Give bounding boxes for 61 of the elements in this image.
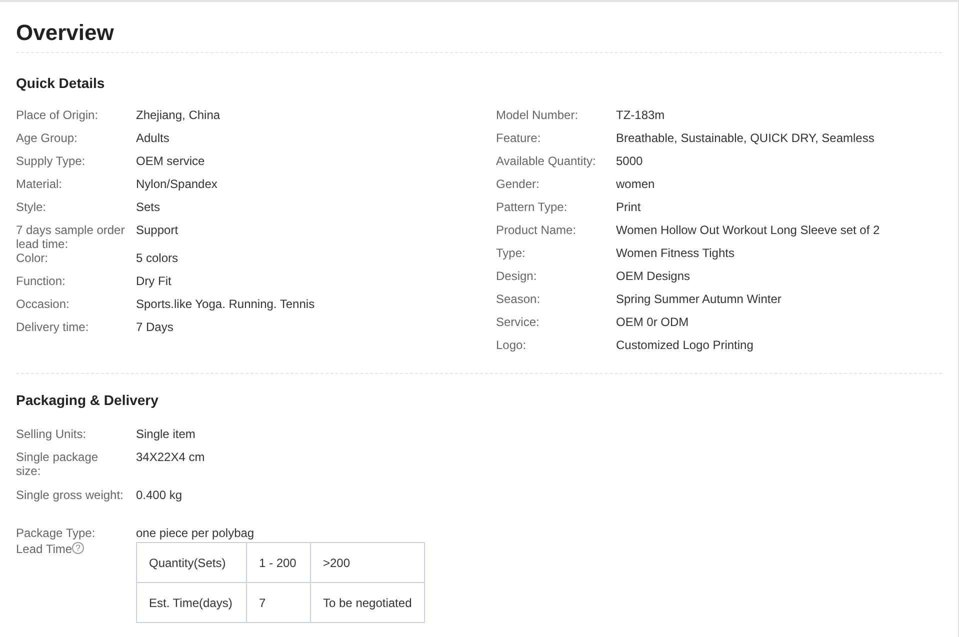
- field-value: 5 colors: [136, 251, 178, 268]
- table-cell: 1 - 200: [246, 542, 310, 583]
- field-value: Customized Logo Printing: [616, 338, 754, 354]
- table-cell: Est. Time(days): [136, 582, 246, 623]
- table-cell: >200: [310, 542, 424, 583]
- field-label: Single package size:: [16, 450, 100, 480]
- table-cell: 7: [246, 582, 310, 623]
- field-label: Single gross weight:: [16, 488, 124, 504]
- field-label: Model Number:: [496, 108, 580, 124]
- field-value: 5000: [616, 154, 643, 170]
- field-value: TZ-183m: [616, 108, 665, 124]
- field-value: Support: [136, 223, 178, 240]
- field-label: Supply Type:: [16, 154, 86, 170]
- field-value: 34X22X4 cm: [136, 450, 205, 466]
- field-value: OEM Designs: [616, 269, 690, 286]
- field-label: Lead Time: [16, 542, 72, 556]
- table-cell: To be negotiated: [310, 582, 424, 623]
- field-label: Occasion:: [16, 297, 70, 314]
- field-label: Delivery time:: [16, 320, 90, 336]
- field-value: Adults: [136, 131, 170, 148]
- section-heading: Packaging & Delivery: [16, 392, 160, 410]
- field-value: OEM service: [136, 154, 205, 170]
- field-value: Nylon/Spandex: [136, 177, 218, 194]
- field-label: Product Name:: [496, 223, 578, 240]
- field-value: one piece per polybag: [136, 526, 254, 542]
- field-label: Logo:: [496, 338, 528, 354]
- field-label: Service:: [496, 315, 540, 332]
- field-label: Selling Units:: [16, 427, 88, 444]
- field-label: Available Quantity:: [496, 154, 597, 170]
- field-value: Women Fitness Tights: [616, 246, 734, 262]
- field-label: Package Type:: [16, 526, 96, 542]
- page-title: Overview: [16, 19, 115, 47]
- field-value: Dry Fit: [136, 274, 172, 290]
- section-heading: Quick Details: [16, 75, 106, 92]
- field-value: Sets: [136, 200, 160, 216]
- field-value: Single item: [136, 427, 196, 444]
- field-label: Place of Origin:: [16, 108, 100, 124]
- field-value: 0.400 kg: [136, 488, 182, 504]
- field-value: OEM 0r ODM: [616, 315, 689, 332]
- field-value: women: [616, 177, 655, 194]
- table-cell: Quantity(Sets): [136, 542, 246, 583]
- field-label: Material:: [16, 177, 64, 194]
- field-value: Spring Summer Autumn Winter: [616, 292, 782, 308]
- field-value: Zhejiang, China: [136, 108, 220, 124]
- field-label: Gender:: [496, 177, 540, 194]
- field-label: Type:: [496, 246, 526, 262]
- field-value: Sports.like Yoga. Running. Tennis: [136, 297, 315, 314]
- field-label: Function:: [16, 274, 66, 290]
- help-icon: ?: [72, 542, 84, 554]
- field-label: Color:: [16, 251, 50, 268]
- field-label: Pattern Type:: [496, 200, 568, 216]
- field-label: Season:: [496, 292, 542, 308]
- field-label: Design:: [496, 269, 538, 286]
- field-value: Breathable, Sustainable, QUICK DRY, Seamless: [616, 131, 874, 148]
- field-value: 7 Days: [136, 320, 174, 336]
- field-value: Print: [616, 200, 641, 216]
- field-label: Age Group:: [16, 131, 78, 148]
- field-label: Feature:: [496, 131, 542, 148]
- field-label: Style:: [16, 200, 48, 216]
- field-label: 7 days sample order lead time:: [16, 223, 126, 252]
- field-value: Women Hollow Out Workout Long Sleeve set of 2: [616, 223, 880, 240]
